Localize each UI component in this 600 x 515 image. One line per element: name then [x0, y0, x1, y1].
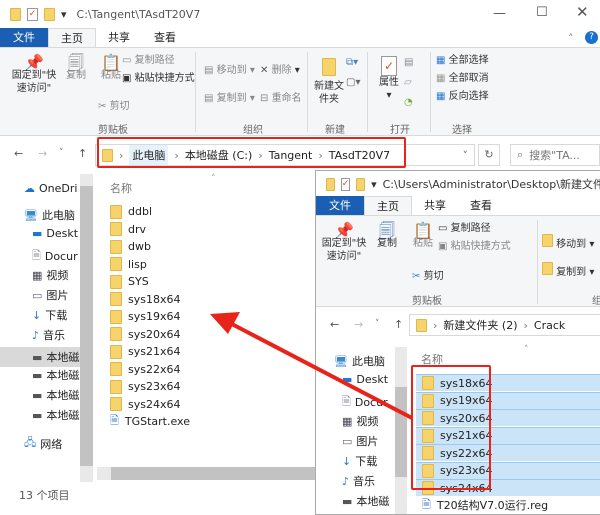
red-arrow [210, 312, 413, 420]
